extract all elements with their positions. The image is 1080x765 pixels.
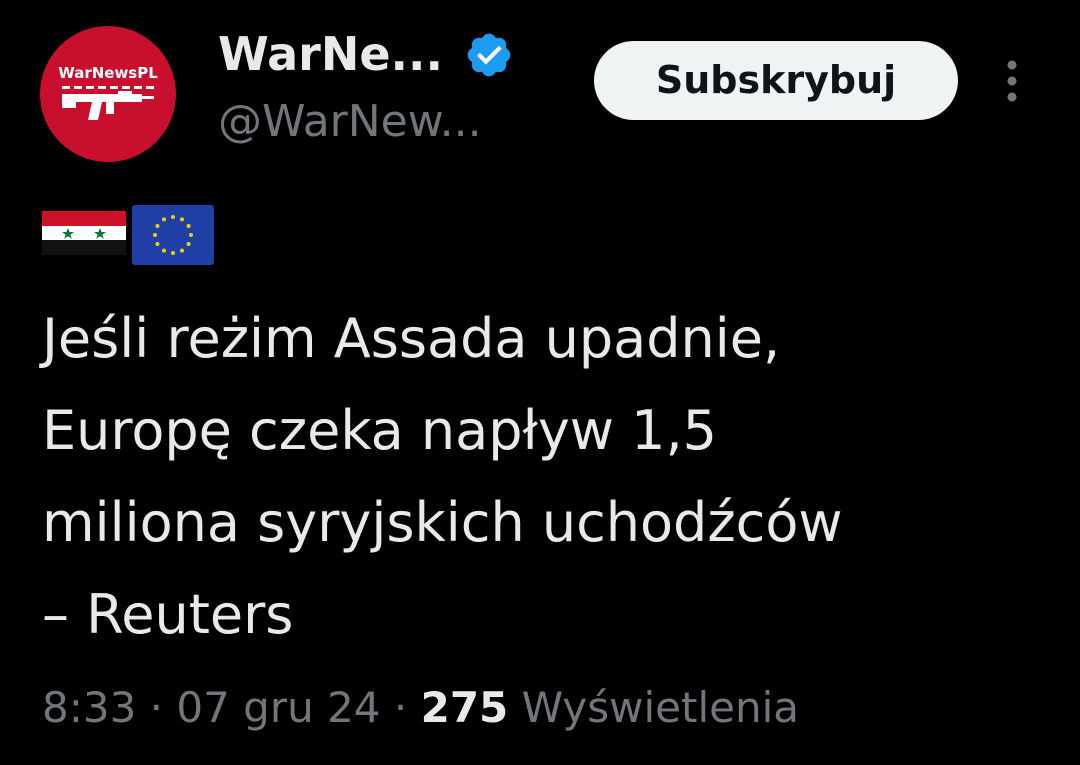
- meta-separator: ·: [380, 683, 421, 732]
- tweet-line: – Reuters: [42, 583, 294, 646]
- subscribe-button[interactable]: Subskrybuj: [594, 41, 958, 120]
- user-handle[interactable]: @WarNew...: [218, 94, 482, 150]
- tweet-line: Jeśli reżim Assada upadnie,: [42, 307, 781, 370]
- tweet-time[interactable]: 8:33: [42, 683, 136, 732]
- tweet-line: Europę czeka napływ 1,5: [42, 399, 717, 462]
- avatar[interactable]: WarNewsPL: [40, 26, 176, 162]
- flag-eu-icon: [132, 205, 214, 265]
- rifle-icon: [62, 86, 154, 120]
- views-count[interactable]: 275: [421, 683, 509, 732]
- meta-separator: ·: [136, 683, 177, 732]
- verified-badge-icon: [467, 33, 511, 77]
- flag-syria-icon: [42, 211, 126, 255]
- tweet-date[interactable]: 07 gru 24: [176, 683, 380, 732]
- more-vertical-icon[interactable]: [998, 56, 1026, 106]
- tweet-line: miliona syryjskich uchodźców: [42, 491, 843, 554]
- tweet-meta: 8:33 · 07 gru 24 · 275 Wyświetlenia: [42, 678, 799, 738]
- avatar-logo-text: WarNewsPL: [58, 64, 158, 82]
- display-name[interactable]: WarNe...: [218, 26, 443, 82]
- views-label[interactable]: Wyświetlenia: [522, 683, 799, 732]
- tweet-text: Jeśli reżim Assada upadnie, Europę czeka…: [42, 293, 1042, 661]
